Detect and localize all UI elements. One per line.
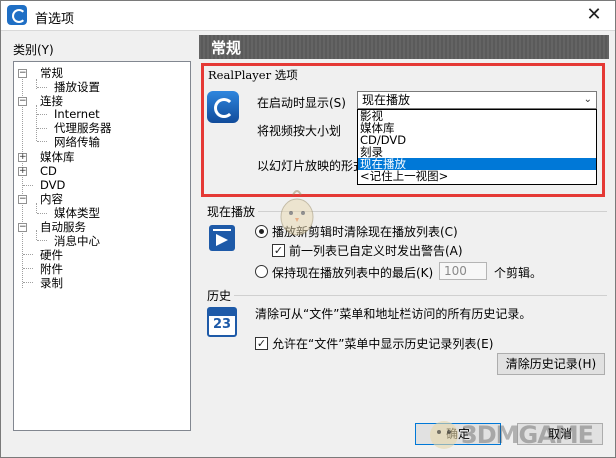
site-watermark: 3DMGAME [419, 413, 615, 453]
tree-branch [23, 282, 33, 283]
show-history-checkbox[interactable]: ✓ [255, 337, 268, 350]
tree-item-connection[interactable]: 连接 [40, 94, 63, 108]
tree-item-media-library[interactable]: 媒体库 [40, 150, 75, 164]
tree-collapse-icon[interactable]: − [18, 69, 27, 78]
watermark-logo-icon [430, 421, 458, 449]
calendar-number: 23 [212, 317, 232, 332]
clear-on-new-clip-radio[interactable] [255, 225, 268, 238]
now-playing-icon [207, 223, 237, 253]
preferences-window: 首选项 ✕ 类别(Y) − 常规 播放设置 − 连接 Internet 代理服务… [0, 0, 616, 458]
clear-history-button[interactable]: 清除历史记录(H) [497, 353, 605, 375]
calendar-icon: 23 [207, 307, 237, 337]
keep-last-clips-radio[interactable] [255, 265, 268, 278]
tree-item-network-transport[interactable]: 网络传输 [54, 135, 100, 149]
realplayer-app-icon [7, 5, 27, 25]
tree-item-media-types[interactable]: 媒体类型 [54, 206, 100, 220]
tree-branch [23, 254, 33, 255]
history-description: 清除可从“文件”菜单和地址栏访问的所有历史记录。 [255, 307, 532, 321]
tree-item-playback-settings[interactable]: 播放设置 [54, 80, 100, 94]
show-history-label: 允许在“文件”菜单中显示历史记录列表(E) [272, 337, 494, 351]
keep-last-clips-label: 保持现在播放列表中的最后(K) [272, 266, 434, 280]
tree-branch [37, 240, 47, 241]
tree-item-internet[interactable]: Internet [54, 107, 100, 121]
calendar-header [209, 309, 235, 316]
tree-item-recording[interactable]: 录制 [40, 276, 63, 290]
tree-branch [23, 268, 33, 269]
close-button[interactable]: ✕ [583, 5, 605, 27]
warn-custom-list-checkbox[interactable]: ✓ [272, 244, 285, 257]
tree-guide-line [36, 203, 37, 213]
tree-branch [37, 213, 47, 214]
tree-item-hardware[interactable]: 硬件 [40, 248, 63, 262]
panel-title: 常规 [211, 39, 242, 57]
category-label: 类别(Y) [13, 43, 54, 57]
category-tree[interactable]: − 常规 播放设置 − 连接 Internet 代理服务器 网络传输 + 媒体库… [13, 61, 191, 431]
tree-branch [37, 141, 47, 142]
tree-branch [37, 128, 47, 129]
keep-count-input[interactable]: 100 [439, 262, 487, 280]
panel-header: 常规 [199, 35, 609, 59]
now-playing-title: 现在播放 [204, 203, 259, 220]
tree-guide-line [22, 74, 23, 288]
tree-expand-icon[interactable]: + [18, 153, 27, 162]
tree-item-auto-services[interactable]: 自动服务 [40, 220, 86, 234]
clips-suffix-label: 个剪辑。 [494, 266, 543, 280]
history-title: 历史 [204, 287, 235, 304]
warn-custom-list-label: 前一列表已自定义时发出警告(A) [289, 244, 463, 258]
title-bar: 首选项 ✕ [1, 1, 615, 31]
tree-branch [37, 114, 47, 115]
tree-item-dvd[interactable]: DVD [40, 178, 65, 192]
tree-item-message-center[interactable]: 消息中心 [54, 234, 100, 248]
tree-collapse-icon[interactable]: − [18, 195, 27, 204]
tree-item-content[interactable]: 内容 [40, 192, 63, 206]
tree-item-general[interactable]: 常规 [40, 66, 63, 80]
highlight-annotation [201, 63, 605, 197]
tree-branch [37, 87, 47, 88]
watermark-mascot-icon [277, 187, 317, 239]
tree-item-cd[interactable]: CD [40, 164, 57, 178]
watermark-text: 3DMGAME [461, 421, 594, 449]
tree-item-proxy[interactable]: 代理服务器 [54, 121, 112, 135]
tree-collapse-icon[interactable]: − [18, 223, 27, 232]
tree-branch [23, 185, 33, 186]
tree-guide-line [36, 230, 37, 240]
tree-expand-icon[interactable]: + [18, 167, 27, 176]
tree-guide-line [36, 105, 37, 141]
window-title: 首选项 [35, 12, 75, 27]
tree-item-accessories[interactable]: 附件 [40, 262, 63, 276]
tree-collapse-icon[interactable]: − [18, 97, 27, 106]
